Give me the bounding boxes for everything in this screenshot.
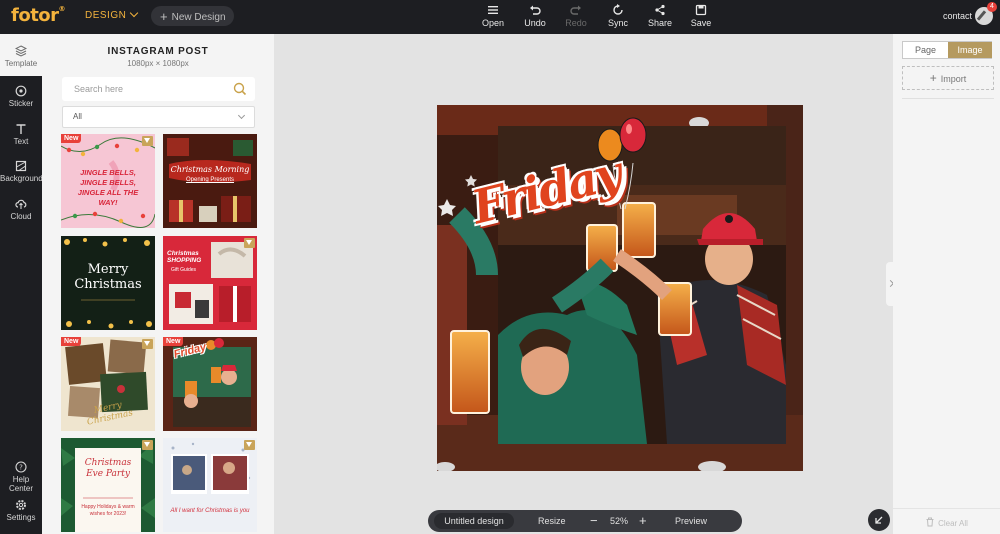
background-icon bbox=[15, 160, 27, 172]
svg-text:?: ? bbox=[19, 464, 23, 472]
template-thumbnail-merry-christmas-dark[interactable]: Merry Christmas bbox=[61, 236, 155, 330]
fotor-logo[interactable]: fotor® bbox=[11, 5, 66, 26]
chevron-down-icon bbox=[237, 111, 246, 120]
resize-button[interactable]: Resize bbox=[538, 516, 566, 526]
expand-button[interactable] bbox=[868, 509, 890, 531]
zoom-out-button[interactable]: − bbox=[590, 513, 598, 528]
rail-item-cloud[interactable]: Cloud bbox=[0, 198, 42, 221]
arrow-expand-icon bbox=[875, 516, 883, 524]
undo-icon bbox=[530, 5, 541, 15]
zoom-in-button[interactable]: + bbox=[639, 513, 647, 528]
thumbnail-subtext: Gift Guides bbox=[171, 267, 197, 273]
top-bar: fotor® DESIGN + New Design Open Undo Redo… bbox=[0, 0, 1000, 34]
preview-button[interactable]: Preview bbox=[675, 516, 707, 526]
premium-crown-icon bbox=[142, 440, 153, 450]
template-thumbnail-jingle-bells[interactable]: JINGLE BELLS, JINGLE BELLS, JINGLE ALL T… bbox=[61, 134, 155, 228]
template-thumbnail-all-i-want[interactable]: All I want for Christmas is you bbox=[163, 438, 257, 532]
cloud-icon bbox=[15, 199, 27, 209]
new-badge: New bbox=[163, 337, 184, 346]
tab-image[interactable]: Image bbox=[948, 42, 992, 58]
rail-item-settings[interactable]: Settings bbox=[0, 499, 42, 522]
premium-crown-icon bbox=[142, 339, 153, 349]
clear-all-button[interactable]: Clear All bbox=[893, 508, 1000, 528]
design-dropdown-label: DESIGN bbox=[85, 10, 127, 21]
template-panel: INSTAGRAM POST 1080px × 1080px All JINGL… bbox=[42, 34, 274, 534]
premium-crown-icon bbox=[244, 238, 255, 248]
help-icon: ? bbox=[15, 461, 27, 473]
template-thumbnail-christmas-shopping[interactable]: Christmas SHOPPING Gift Guides bbox=[163, 236, 257, 330]
redo-icon bbox=[570, 5, 581, 15]
search-box bbox=[62, 77, 255, 101]
save-button[interactable]: Save bbox=[681, 4, 721, 28]
new-badge: New bbox=[61, 337, 82, 346]
thumbnail-text: Merry Christmas bbox=[74, 262, 142, 292]
sticker-icon bbox=[15, 85, 27, 97]
premium-crown-icon bbox=[142, 136, 153, 146]
sync-button[interactable]: Sync bbox=[598, 4, 638, 28]
thumbnail-subtext: Happy Holidays & warm wishes for 2023! bbox=[81, 504, 135, 517]
template-icon bbox=[15, 45, 27, 57]
polaroid-photos bbox=[163, 438, 257, 532]
plus-icon: + bbox=[160, 9, 168, 24]
rail-item-sticker[interactable]: Sticker bbox=[0, 85, 42, 108]
thumbnail-text: Christmas Eve Party bbox=[84, 458, 132, 479]
thumbnail-subtext: Opening Presents bbox=[185, 177, 235, 183]
undo-button[interactable]: Undo bbox=[515, 4, 555, 28]
share-icon bbox=[655, 4, 665, 16]
rail-item-template[interactable]: Template bbox=[0, 34, 42, 76]
redo-button[interactable]: Redo bbox=[556, 4, 596, 28]
panel-title: INSTAGRAM POST bbox=[107, 46, 209, 57]
notification-badge: 4 bbox=[987, 2, 997, 12]
trash-icon bbox=[926, 517, 934, 527]
design-dropdown[interactable]: DESIGN bbox=[85, 8, 139, 21]
thumbnail-text: Christmas Morning bbox=[170, 165, 250, 174]
template-thumbnail-merry-christmas-collage[interactable]: Merry Christmas New bbox=[61, 337, 155, 431]
template-thumbnail-friday[interactable]: Friday New bbox=[163, 337, 257, 431]
thumbnail-text: All I want for Christmas is you bbox=[170, 508, 250, 514]
rail-item-help-center[interactable]: ? Help Center bbox=[0, 461, 42, 493]
contact-link[interactable]: contact bbox=[943, 11, 972, 21]
divider bbox=[902, 98, 994, 99]
template-thumbnail-christmas-morning[interactable]: Christmas Morning Opening Presents bbox=[163, 134, 257, 228]
thumbnail-text: JINGLE BELLS, JINGLE BELLS, JINGLE ALL T… bbox=[77, 168, 139, 207]
search-input[interactable] bbox=[62, 77, 222, 101]
left-rail: Template Sticker Text Background Cloud ?… bbox=[0, 34, 43, 534]
design-canvas[interactable]: Friday bbox=[437, 105, 803, 471]
import-button[interactable]: + Import bbox=[902, 66, 994, 90]
template-thumbnail-christmas-eve-party[interactable]: Christmas Eve Party Happy Holidays & war… bbox=[61, 438, 155, 532]
zoom-level: 52% bbox=[610, 516, 629, 526]
text-icon bbox=[16, 124, 26, 134]
right-panel-tabs: Page Image bbox=[902, 41, 992, 59]
rail-item-text[interactable]: Text bbox=[0, 123, 42, 146]
rail-item-background[interactable]: Background bbox=[0, 160, 43, 183]
new-design-button[interactable]: + New Design bbox=[151, 6, 234, 26]
category-select[interactable]: All bbox=[62, 106, 255, 128]
thumbnail-text: Christmas SHOPPING bbox=[167, 250, 202, 264]
open-button[interactable]: Open bbox=[473, 4, 513, 28]
save-icon bbox=[695, 4, 707, 16]
new-badge: New bbox=[61, 134, 82, 143]
chevron-down-icon bbox=[130, 8, 139, 18]
premium-crown-icon bbox=[244, 440, 255, 450]
panel-subtitle: 1080px × 1080px bbox=[127, 59, 189, 68]
sync-icon bbox=[613, 4, 623, 15]
right-panel: Page Image + Import Clear All bbox=[893, 34, 1000, 534]
settings-icon bbox=[16, 500, 26, 510]
tab-page[interactable]: Page bbox=[903, 42, 948, 58]
design-name[interactable]: Untitled design bbox=[434, 513, 514, 529]
menu-icon bbox=[488, 6, 498, 14]
plus-icon: + bbox=[929, 71, 937, 85]
bottom-toolbar: Untitled design Resize − 52% + Preview bbox=[428, 510, 742, 532]
share-button[interactable]: Share bbox=[640, 4, 680, 28]
search-icon[interactable] bbox=[233, 82, 247, 96]
pen-icon bbox=[976, 10, 987, 21]
